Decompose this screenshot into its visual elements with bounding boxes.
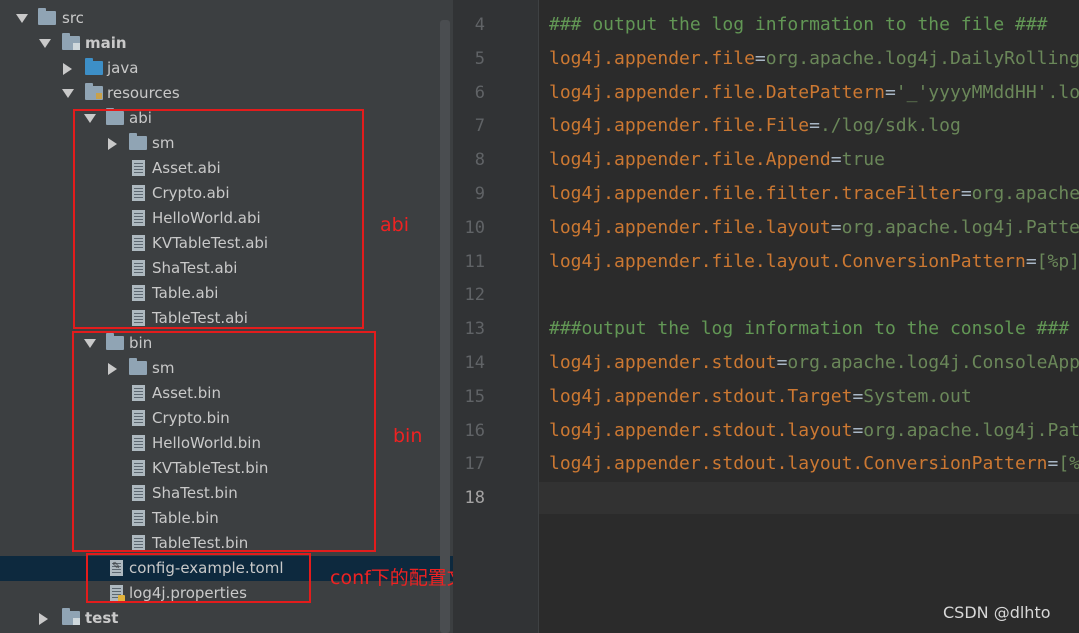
equals-sign: = (830, 149, 842, 171)
code-line[interactable]: ###output the log information to the con… (549, 317, 1079, 341)
line-number: 11 (464, 251, 485, 272)
module-folder-icon (62, 608, 80, 625)
expand-arrow-icon[interactable] (62, 89, 74, 98)
property-key: log4j.appender.file.DatePattern (549, 81, 885, 103)
code-line[interactable]: log4j.appender.file.DatePattern='_'yyyyM… (549, 81, 1079, 105)
property-key: log4j.appender.file.File (549, 115, 810, 137)
property-value: org.apache.log4j.PatternLayout (841, 216, 1079, 238)
code-line[interactable]: log4j.appender.stdout.layout.ConversionP… (549, 452, 1079, 476)
property-key: log4j.appender.file.filter.traceFilter (549, 183, 961, 204)
folder-icon (38, 8, 56, 25)
line-number: 9 (474, 184, 485, 204)
collapse-arrow-icon[interactable] (63, 63, 72, 75)
tree-row-main[interactable]: main (0, 31, 453, 56)
equals-sign: = (960, 183, 972, 204)
property-value: ./log/sdk.log (819, 115, 961, 137)
watermark: CSDN @dlhto (943, 603, 1051, 622)
code-line[interactable]: log4j.appender.stdout=org.apache.log4j.C… (549, 351, 1079, 375)
tree-label: src (62, 9, 84, 27)
code-line[interactable]: log4j.appender.file.File=./log/sdk.log (549, 114, 1079, 138)
line-number: 13 (464, 319, 485, 340)
line-number: 16 (464, 420, 485, 441)
property-value: org.apache.log4j.varia.LevelRangeFilter (971, 183, 1079, 204)
tree-row-resources[interactable]: resources (0, 81, 453, 106)
current-line-highlight (539, 482, 1079, 514)
property-key: log4j.appender.stdout (549, 352, 777, 373)
line-number: 6 (474, 82, 485, 103)
property-value: '_'yyyyMMddHH'.log' (895, 81, 1079, 103)
comment-text: ###output the log information to the con… (549, 318, 1070, 340)
property-value: org.apache.log4j.PatternLayout (863, 419, 1079, 441)
property-key: log4j.appender.stdout.layout.ConversionP… (549, 453, 1048, 475)
property-value: org.apache.log4j.ConsoleAppender (787, 352, 1079, 373)
tree-label: main (85, 34, 127, 52)
code-line[interactable]: log4j.appender.stdout.layout=org.apache.… (549, 419, 1079, 443)
equals-sign: = (1047, 453, 1059, 475)
line-number: 17 (464, 454, 485, 475)
line-number: 10 (464, 217, 485, 238)
comment-text: ### output the log information to the fi… (549, 14, 1048, 35)
equals-sign: = (852, 385, 864, 407)
equals-sign: = (1025, 250, 1037, 272)
conf-highlight-box (86, 553, 311, 603)
tree-label: resources (107, 84, 180, 102)
source-folder-icon (85, 58, 103, 75)
property-key: log4j.appender.file (549, 47, 755, 69)
property-value: org.apache.log4j.DailyRollingFileAppende… (765, 47, 1079, 69)
code-line[interactable]: log4j.appender.stdout.Target=System.out (549, 385, 1079, 409)
property-key: log4j.appender.file.Append (549, 149, 831, 171)
property-key: log4j.appender.stdout.Target (549, 385, 853, 407)
equals-sign: = (884, 81, 896, 103)
equals-sign: = (809, 115, 820, 137)
property-value: [%p] [%-d{yyyy-MM-dd HH:mm:ss}] (1058, 453, 1079, 475)
line-number: 4 (474, 15, 485, 35)
expand-arrow-icon[interactable] (16, 14, 28, 23)
property-value: [%p] [%-d{yyyy-MM-dd HH:mm:ss}] (1036, 250, 1079, 272)
property-key: log4j.appender.stdout.layout (549, 419, 853, 441)
code-line[interactable]: log4j.appender.file.layout=org.apache.lo… (549, 216, 1079, 240)
gutter-divider (538, 0, 539, 633)
expand-arrow-icon[interactable] (39, 39, 51, 48)
collapse-arrow-icon[interactable] (39, 613, 48, 625)
tree-scrollbar[interactable] (440, 20, 450, 633)
line-number: 14 (464, 353, 485, 373)
bin-highlight-box (72, 331, 376, 552)
property-key: log4j.appender.file.layout (549, 216, 831, 238)
code-line[interactable]: log4j.appender.file.filter.traceFilter=o… (549, 182, 1079, 206)
line-number: 7 (474, 116, 485, 137)
code-line[interactable]: log4j.appender.file.Append=true (549, 148, 1079, 172)
tree-label: java (107, 59, 139, 77)
line-number: 15 (464, 386, 485, 407)
equals-sign: = (754, 47, 766, 69)
abi-annotation: abi (380, 214, 409, 236)
code-line[interactable]: ### output the log information to the fi… (549, 13, 1079, 37)
tree-row-java[interactable]: java (0, 56, 453, 81)
line-number: 18 (464, 488, 485, 509)
equals-sign: = (776, 352, 788, 373)
equals-sign: = (852, 419, 864, 441)
code-line[interactable]: log4j.appender.file.layout.ConversionPat… (549, 250, 1079, 274)
property-value: System.out (863, 385, 972, 407)
resources-folder-icon (85, 83, 103, 100)
line-number: 12 (464, 285, 485, 306)
property-value: true (841, 149, 885, 171)
line-number: 5 (474, 48, 485, 69)
tree-row-test[interactable]: test (0, 606, 453, 631)
abi-highlight-box (73, 109, 364, 329)
property-key: log4j.appender.file.layout.ConversionPat… (549, 250, 1026, 272)
line-number: 8 (474, 150, 485, 171)
equals-sign: = (830, 216, 842, 238)
module-folder-icon (62, 33, 80, 50)
tree-label: test (85, 609, 119, 627)
tree-row-src[interactable]: src (0, 6, 453, 31)
code-line[interactable]: log4j.appender.file=org.apache.log4j.Dai… (549, 47, 1079, 71)
bin-annotation: bin (393, 425, 423, 447)
